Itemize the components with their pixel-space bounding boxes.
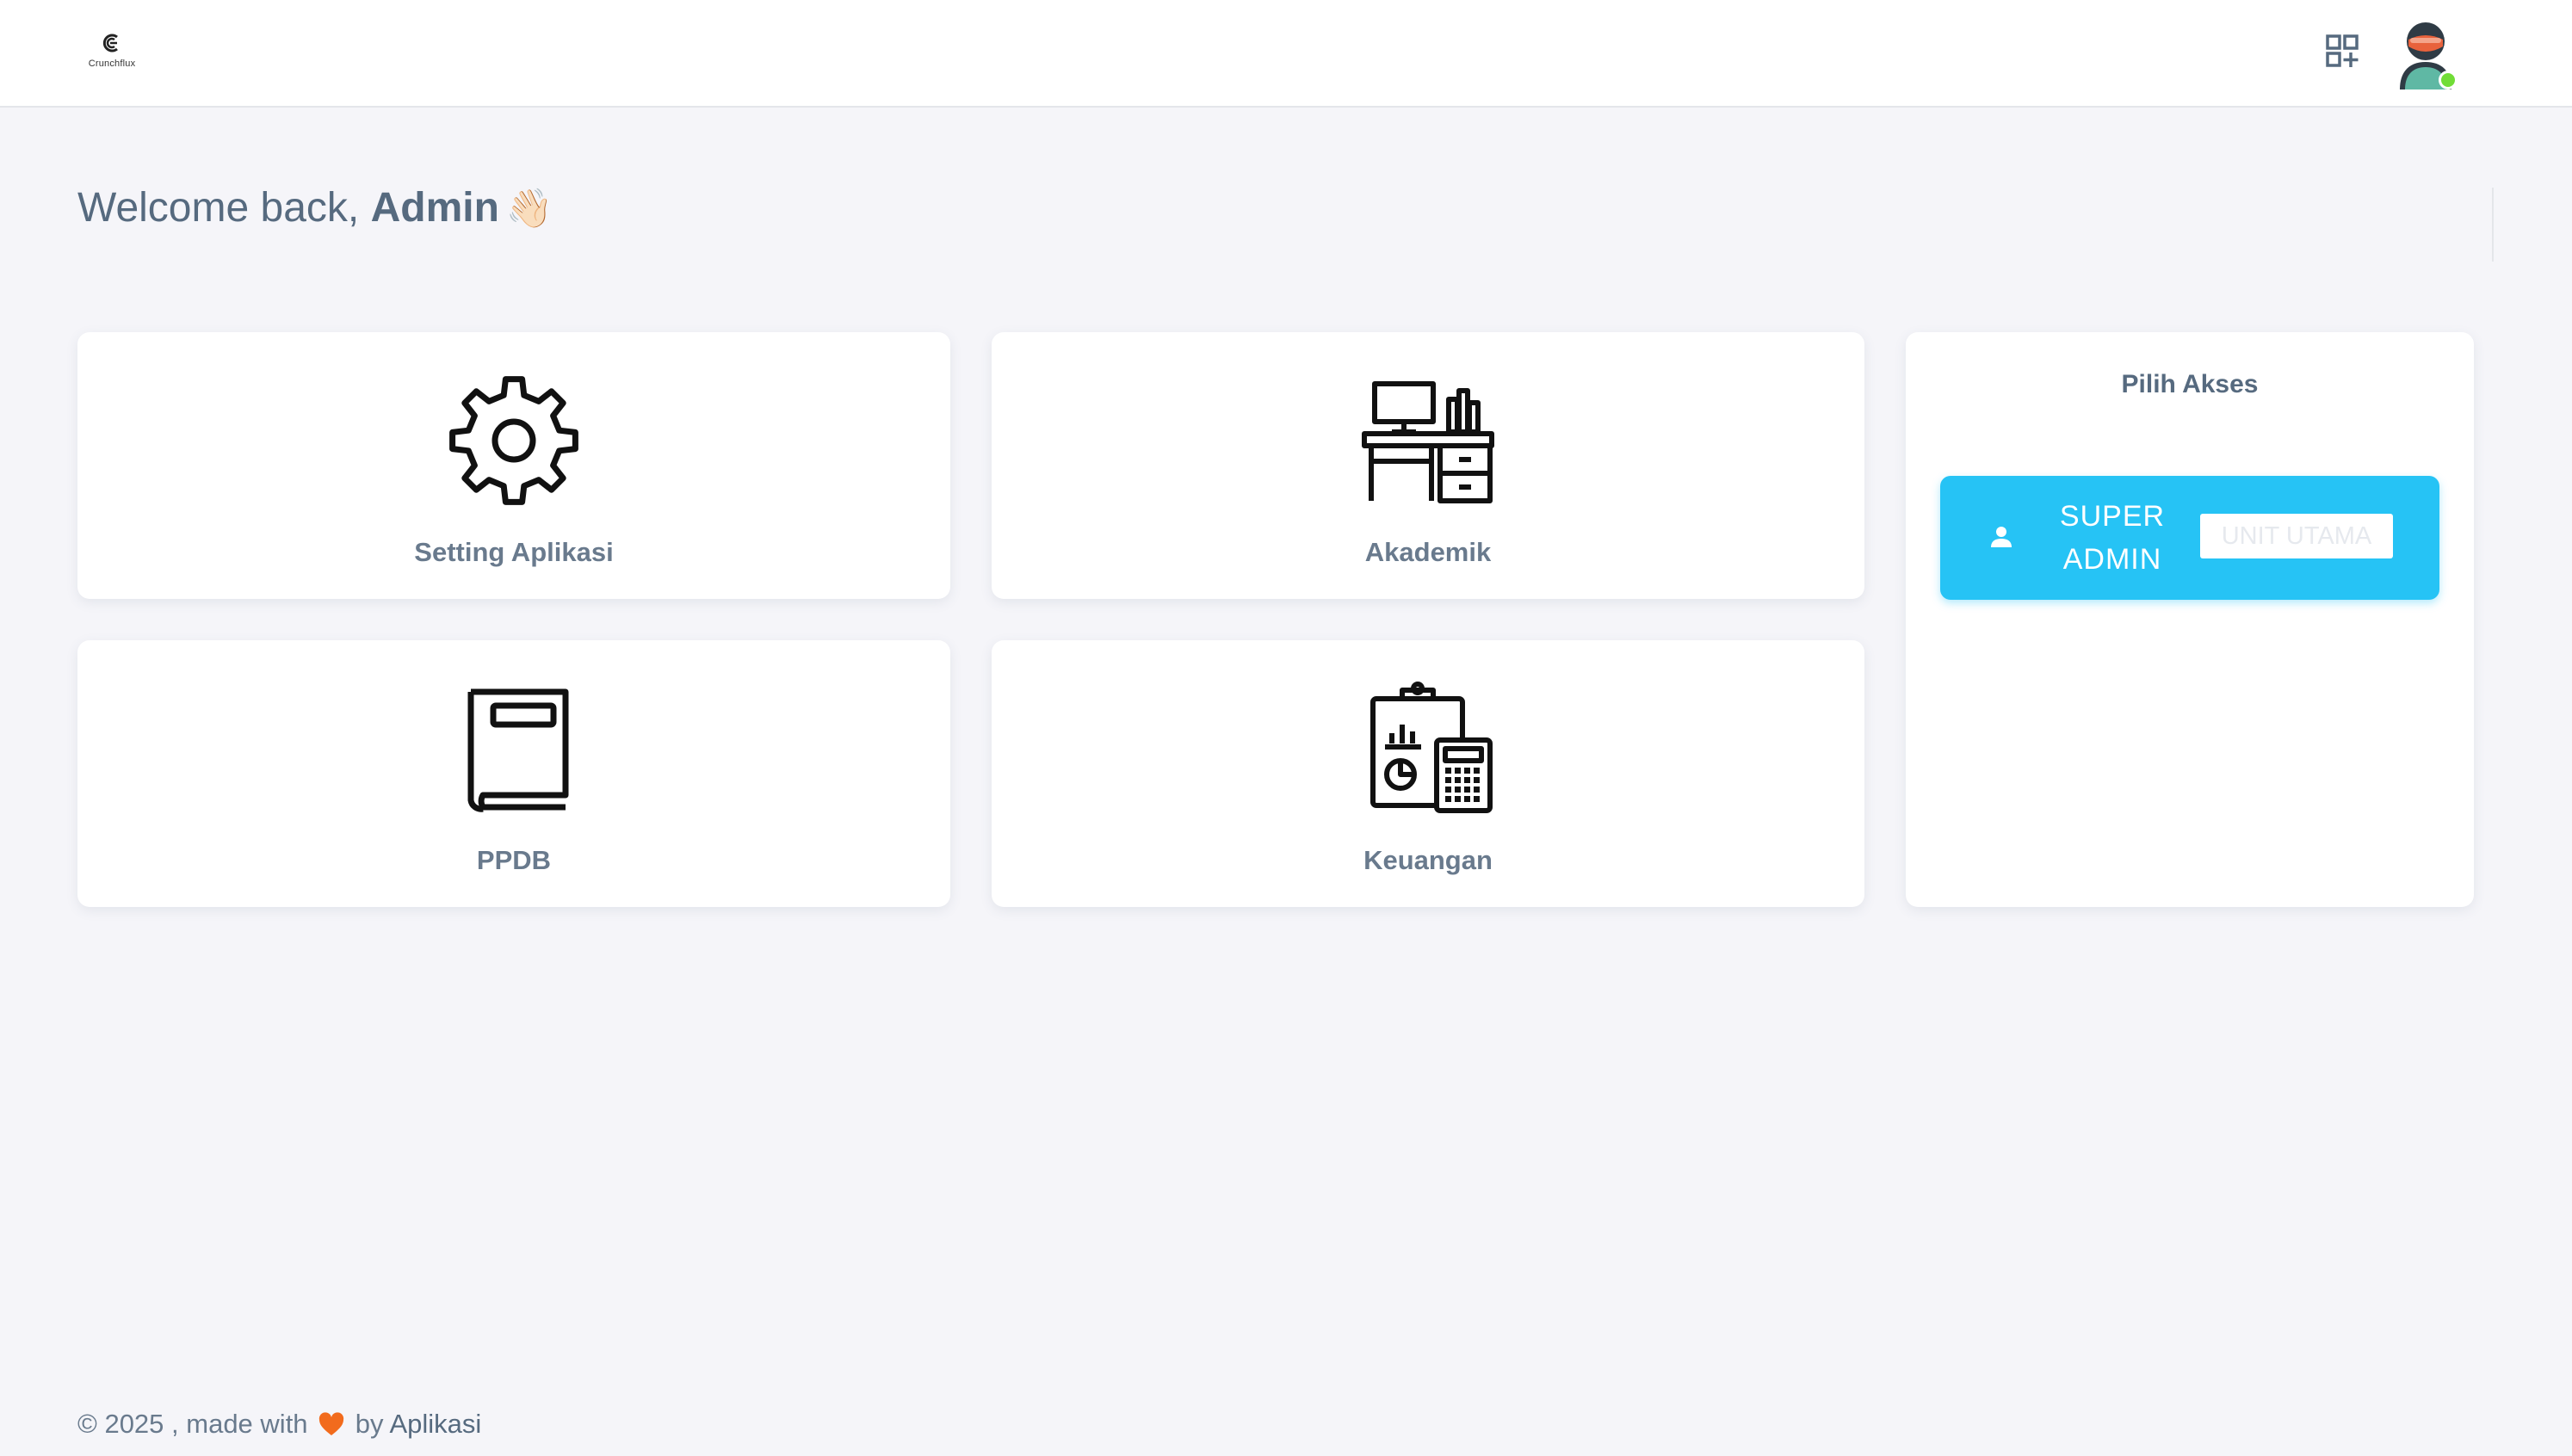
gear-teeth: [449, 376, 578, 505]
calculator-key: [1464, 796, 1470, 802]
calculator-key: [1455, 796, 1461, 802]
calculator-key: [1474, 787, 1480, 793]
calculator-key: [1445, 796, 1451, 802]
heart-icon: [319, 1412, 344, 1435]
online-status-dot: [2439, 71, 2458, 89]
calculator-key: [1464, 768, 1470, 774]
calculator-key: [1455, 787, 1461, 793]
calculator-key: [1474, 796, 1480, 802]
finance-report-icon: [1370, 682, 1493, 813]
welcome-prefix: Welcome back,: [77, 185, 371, 231]
person-icon: [1991, 527, 2012, 547]
divider: [2492, 188, 2494, 262]
footer-brand-link[interactable]: Aplikasi: [389, 1409, 481, 1439]
access-unit-badge: UNIT UTAMA: [2200, 514, 2393, 558]
calculator-key: [1445, 787, 1451, 793]
calculator-key: [1445, 777, 1451, 783]
module-label: PPDB: [476, 845, 552, 875]
app-logo[interactable]: Crunchflux: [77, 24, 146, 76]
module-card-keuangan[interactable]: Keuangan: [992, 640, 1864, 907]
logo-text: Crunchflux: [88, 59, 136, 69]
footer-prefix: © 2025 , made with: [77, 1409, 308, 1439]
module-label: Akademik: [1364, 537, 1492, 567]
waving-hand-icon: 👋🏻: [505, 188, 553, 230]
calculator-key: [1455, 768, 1461, 774]
access-super-admin-button[interactable]: SUPER ADMIN UNIT UTAMA: [1940, 476, 2439, 600]
calculator-key: [1474, 768, 1480, 774]
calculator-key: [1455, 777, 1461, 783]
access-title: Pilih Akses: [2121, 370, 2259, 398]
desk-icon: [1362, 381, 1494, 503]
calculator-key: [1445, 768, 1451, 774]
module-label: Keuangan: [1363, 845, 1493, 875]
welcome-heading: Welcome back, Admin 👋🏻: [77, 184, 553, 231]
welcome-name: Admin: [370, 185, 499, 231]
footer: © 2025 , made with by Aplikasi: [77, 1409, 481, 1440]
logo-mark-icon: [102, 34, 118, 52]
footer-by: by: [355, 1409, 384, 1439]
module-card-akademik[interactable]: Akademik: [992, 332, 1864, 599]
module-label: Setting Aplikasi: [414, 537, 614, 567]
book-icon: [467, 688, 569, 812]
gear-icon: [449, 376, 578, 505]
module-card-setting-aplikasi[interactable]: Setting Aplikasi: [77, 332, 950, 599]
apps-add-icon[interactable]: [2324, 33, 2362, 71]
access-role-label: SUPER ADMIN: [2059, 500, 2166, 576]
top-navbar: Crunchflux: [0, 0, 2572, 108]
access-panel: Pilih Akses SUPER ADMIN UNIT UTAMA: [1906, 332, 2474, 907]
calculator-key: [1464, 787, 1470, 793]
calculator-key: [1474, 777, 1480, 783]
module-card-ppdb[interactable]: PPDB: [77, 640, 950, 907]
calculator-key: [1464, 777, 1470, 783]
gear-outline: [449, 376, 578, 505]
